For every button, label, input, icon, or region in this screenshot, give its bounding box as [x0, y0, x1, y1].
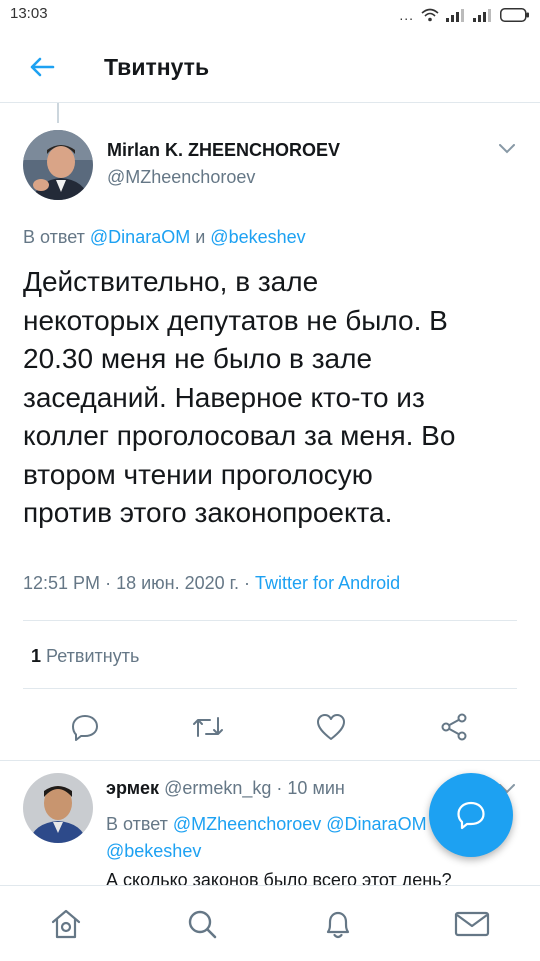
- reply-conjunction: и: [195, 227, 206, 247]
- reply-prefix: В ответ: [23, 227, 85, 247]
- author-avatar[interactable]: [23, 130, 93, 200]
- tweet-source-link[interactable]: Twitter for Android: [255, 573, 400, 593]
- share-button[interactable]: [432, 705, 476, 749]
- share-icon: [441, 713, 467, 741]
- back-button[interactable]: [22, 50, 62, 84]
- tweet-time: 12:51 PM: [23, 573, 101, 593]
- tweet-menu-button[interactable]: [492, 136, 522, 162]
- back-arrow-icon: [30, 57, 55, 77]
- mention-link[interactable]: @MZheenchoroev: [173, 814, 321, 834]
- reply-icon: [72, 715, 98, 741]
- divider: [0, 760, 540, 761]
- nav-home[interactable]: [46, 906, 86, 942]
- reply-avatar-image: [23, 773, 93, 843]
- search-icon: [188, 910, 217, 939]
- tweet-text: Действительно, в зале некоторых депутато…: [23, 266, 456, 528]
- mention-link[interactable]: @DinaraOM: [90, 227, 190, 247]
- mention-link[interactable]: @bekeshev: [210, 227, 305, 247]
- retweet-button[interactable]: [186, 705, 230, 749]
- like-button[interactable]: [309, 705, 353, 749]
- author-handle[interactable]: @MZheenchoroev: [107, 167, 255, 188]
- reply-replying-to: В ответ @MZheenchoroev @DinaraOM: [106, 810, 436, 838]
- nav-notifications[interactable]: [318, 906, 358, 942]
- bell-icon: [326, 911, 350, 939]
- meta-separator: ·: [105, 573, 112, 593]
- more-dots-icon: ...: [399, 7, 414, 23]
- reply-avatar[interactable]: [23, 773, 93, 843]
- nav-messages[interactable]: [452, 906, 492, 942]
- reply-text: А сколько законов было всего этот день?: [106, 870, 452, 886]
- retweet-stats[interactable]: 1 Ретвитнуть: [31, 646, 139, 667]
- divider: [23, 688, 517, 689]
- compose-reply-button[interactable]: [429, 773, 513, 857]
- heart-icon: [317, 714, 345, 740]
- home-icon: [51, 909, 81, 939]
- reply-replying-to-cont: @bekeshev: [106, 839, 201, 863]
- signal-icon: [446, 8, 464, 22]
- signal-icon: [473, 8, 491, 22]
- tweet-meta: 12:51 PM · 18 июн. 2020 г. · Twitter for…: [23, 573, 400, 594]
- page-title: Твитнуть: [104, 54, 210, 80]
- author-name[interactable]: Mirlan K. ZHEENCHOROEV: [107, 140, 340, 161]
- reply-author-line[interactable]: эрмек @ermekn_kg · 10 мин: [106, 778, 345, 799]
- compose-reply-icon: [457, 801, 485, 830]
- retweet-label: Ретвитнуть: [46, 646, 140, 666]
- meta-separator: ·: [276, 778, 283, 798]
- mention-link[interactable]: @bekeshev: [106, 841, 201, 861]
- author-avatar-image: [23, 130, 93, 200]
- bottom-navigation: [0, 885, 540, 961]
- status-icons: ...: [399, 7, 530, 23]
- battery-icon: [500, 8, 529, 22]
- thread-connector-line: [57, 103, 59, 123]
- reply-button[interactable]: [63, 705, 107, 749]
- status-bar: 13:03 ...: [0, 0, 540, 30]
- status-time: 13:03: [10, 5, 48, 22]
- replying-to: В ответ @DinaraOM и @bekeshev: [23, 227, 306, 248]
- header: Твитнуть: [0, 30, 540, 103]
- reply-time: 10 мин: [287, 778, 345, 798]
- reply-author-handle: @ermekn_kg: [164, 778, 272, 798]
- meta-separator: ·: [244, 573, 251, 593]
- mention-link[interactable]: @DinaraOM: [326, 814, 426, 834]
- wifi-icon: [421, 8, 439, 22]
- mail-icon: [454, 911, 490, 937]
- reply-author-name: эрмек: [106, 778, 160, 798]
- tweet-date: 18 июн. 2020 г.: [116, 573, 240, 593]
- retweet-icon: [193, 717, 223, 737]
- divider: [23, 620, 517, 621]
- retweet-count: 1: [31, 646, 42, 666]
- chevron-down-icon: [499, 144, 515, 154]
- nav-search[interactable]: [182, 906, 222, 942]
- reply-prefix: В ответ: [106, 814, 168, 834]
